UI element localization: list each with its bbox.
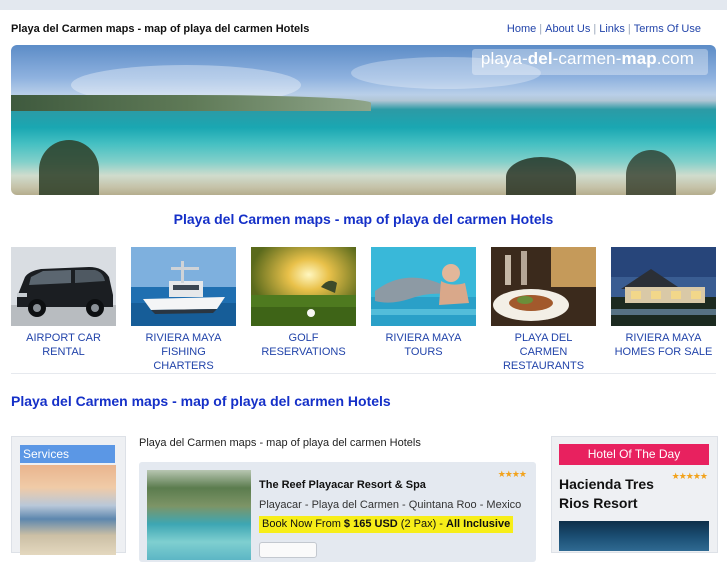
hotel-name-link[interactable]: The Reef Playacar Resort & Spa — [259, 479, 426, 491]
tile-caption[interactable]: AIRPORT CAR — [11, 331, 116, 345]
nav-about-link[interactable]: About Us — [545, 23, 590, 35]
banner-palm — [626, 150, 676, 195]
tile-caption[interactable]: RIVIERA MAYA — [371, 331, 476, 345]
hotel-of-day-photo-icon[interactable] — [559, 521, 709, 551]
tile-caption[interactable]: TOURS — [371, 345, 476, 359]
banner-coastline — [11, 95, 371, 111]
hotel-of-the-day-title: Hotel Of The Day — [559, 444, 709, 465]
nav-links-link[interactable]: Links — [599, 23, 625, 35]
hotel-of-day-name[interactable]: Hacienda Tres Rios Resort — [559, 475, 679, 513]
tile-golf-reservations[interactable]: GOLF RESERVATIONS — [251, 247, 356, 359]
tile-caption[interactable]: RIVIERA MAYA — [131, 331, 236, 345]
tile-caption[interactable]: HOMES FOR SALE — [611, 345, 716, 359]
hotel-details-button[interactable] — [259, 542, 317, 558]
logo-part: .com — [656, 49, 694, 68]
hotel-card: ★★★★ The Reef Playacar Resort & Spa Play… — [139, 462, 536, 562]
page-headline: Playa del Carmen maps - map of playa del… — [173, 211, 554, 227]
book-now-label: Book Now From — [262, 518, 344, 530]
hotel-location: Playacar - Playa del Carmen - Quintana R… — [259, 499, 522, 511]
fishing-boat-photo-icon[interactable] — [131, 247, 236, 326]
tile-airport-car-rental[interactable]: AIRPORT CAR RENTAL — [11, 247, 116, 359]
site-logo[interactable]: playa-del-carmen-map.com — [481, 49, 694, 69]
villa-photo-icon[interactable] — [611, 247, 716, 326]
site-title: Playa del Carmen maps - map of playa del… — [11, 23, 310, 35]
banner-palm — [39, 140, 99, 195]
section-headline: Playa del Carmen maps - map of playa del… — [11, 393, 391, 409]
logo-part: -carmen- — [552, 49, 622, 68]
service-tiles: AIRPORT CAR RENTAL RIVIERA MAYA FISHING CH… — [11, 247, 717, 372]
tile-caption[interactable]: RIVIERA MAYA — [611, 331, 716, 345]
dolphin-swim-photo-icon[interactable] — [371, 247, 476, 326]
tile-riviera-maya-tours[interactable]: RIVIERA MAYA TOURS — [371, 247, 476, 359]
nav-separator: | — [627, 23, 631, 35]
tile-caption[interactable]: FISHING CHARTERS — [131, 345, 236, 373]
book-price: $ 165 USD — [343, 518, 398, 530]
tile-homes-for-sale[interactable]: RIVIERA MAYA HOMES FOR SALE — [611, 247, 716, 359]
tile-restaurants[interactable]: PLAYA DEL CARMEN RESTAURANTS — [491, 247, 596, 373]
top-band — [0, 0, 727, 10]
hotels-intro: Playa del Carmen maps - map of playa del… — [139, 437, 421, 449]
restaurant-dish-photo-icon[interactable] — [491, 247, 596, 326]
golf-course-photo-icon[interactable] — [251, 247, 356, 326]
book-now-offer[interactable]: Book Now From $ 165 USD (2 Pax) - All In… — [259, 516, 514, 533]
header-banner: playa-del-carmen-map.com — [11, 45, 716, 195]
book-pax: (2 Pax) - — [397, 518, 447, 530]
services-title: Services — [20, 445, 115, 463]
minivan-photo-icon[interactable] — [11, 247, 116, 326]
top-nav: Home | About Us | Links | Terms Of Use — [507, 23, 701, 35]
banner-palm — [506, 157, 576, 195]
book-plan: All Inclusive — [446, 518, 511, 530]
services-panel: Services — [11, 436, 126, 555]
logo-part: del — [527, 49, 553, 68]
tile-caption[interactable]: GOLF — [251, 331, 356, 345]
section-divider — [11, 373, 716, 374]
logo-part: playa- — [480, 49, 528, 68]
tile-caption[interactable]: RESTAURANTS — [491, 359, 596, 373]
nav-terms-link[interactable]: Terms Of Use — [634, 23, 701, 35]
beach-sunset-photo-icon[interactable] — [20, 465, 116, 555]
tile-caption[interactable]: PLAYA DEL CARMEN — [491, 331, 596, 359]
nav-separator: | — [539, 23, 543, 35]
nav-separator: | — [593, 23, 597, 35]
resort-aerial-photo-icon[interactable] — [147, 470, 251, 560]
tile-caption[interactable]: RENTAL — [11, 345, 116, 359]
tile-caption[interactable]: RESERVATIONS — [251, 345, 356, 359]
hotel-of-the-day-panel: Hotel Of The Day ★★★★★ Hacienda Tres Rio… — [551, 436, 718, 553]
hotel-rating-stars-icon: ★★★★ — [497, 469, 527, 479]
tile-fishing-charters[interactable]: RIVIERA MAYA FISHING CHARTERS — [131, 247, 236, 373]
nav-home-link[interactable]: Home — [507, 23, 536, 35]
logo-part: map — [621, 49, 657, 68]
